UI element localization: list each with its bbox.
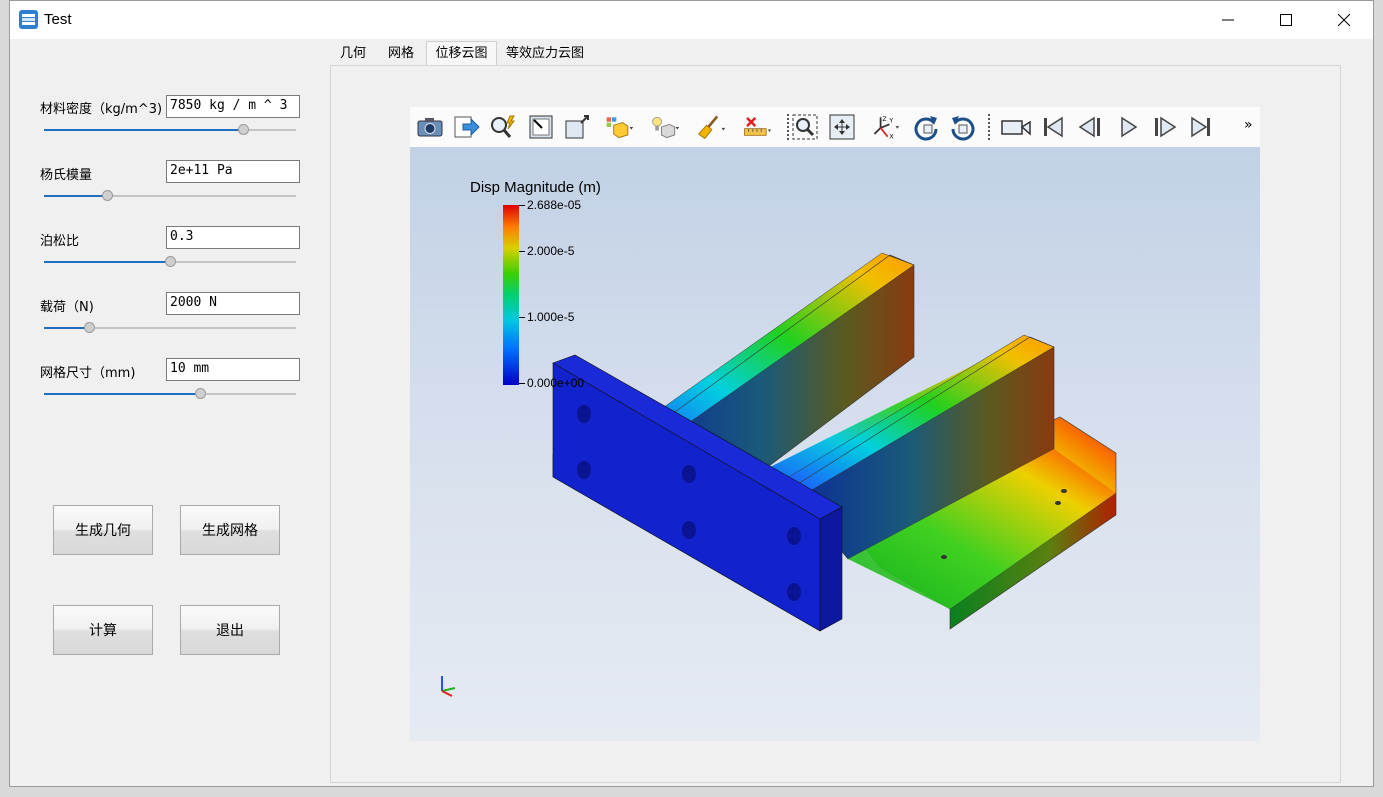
bolt-hole <box>577 461 591 479</box>
render-canvas[interactable]: Disp Magnitude (m) 2.688e-05 2.000e-5 1.… <box>410 147 1260 741</box>
play-icon[interactable] <box>1113 112 1143 142</box>
tab-von-mises-stress[interactable]: 等效应力云图 <box>498 41 592 65</box>
representation-icon[interactable] <box>604 112 634 142</box>
ruler-delete-icon[interactable] <box>742 112 772 142</box>
youngs-modulus-input[interactable]: 2e+11 Pa <box>166 160 300 183</box>
svg-text:X: X <box>889 133 894 140</box>
axes-orient-icon[interactable]: ZY X <box>870 112 900 142</box>
light-icon[interactable] <box>650 112 680 142</box>
bolt-hole <box>787 527 801 545</box>
legend-title: Disp Magnitude (m) <box>470 179 601 196</box>
density-input[interactable]: 7850 kg / m ^ 3 <box>166 95 300 118</box>
bolt-hole <box>577 405 591 423</box>
mesh-size-slider[interactable] <box>44 388 296 400</box>
youngs-modulus-label: 杨氏模量 <box>40 168 93 183</box>
next-frame-icon[interactable] <box>1150 112 1180 142</box>
zoom-box-icon[interactable] <box>790 112 820 142</box>
mesh-size-input[interactable]: 10 mm <box>166 358 300 381</box>
svg-text:Y: Y <box>888 118 893 125</box>
video-camera-icon[interactable] <box>999 112 1033 142</box>
generate-mesh-button[interactable]: 生成网格 <box>180 505 280 555</box>
slider-handle[interactable] <box>238 124 249 135</box>
reset-camera-icon[interactable] <box>526 112 556 142</box>
app-icon <box>19 10 38 29</box>
slider-handle[interactable] <box>165 256 176 267</box>
export-icon[interactable] <box>452 112 482 142</box>
close-button[interactable] <box>1315 1 1373 39</box>
first-frame-icon[interactable] <box>1038 112 1068 142</box>
tab-displacement[interactable]: 位移云图 <box>426 41 497 65</box>
svg-text:Z: Z <box>882 116 886 123</box>
exit-button[interactable]: 退出 <box>180 605 280 655</box>
maximize-button[interactable] <box>1257 1 1315 39</box>
bolt-hole <box>787 583 801 601</box>
toolbar-separator <box>988 114 992 140</box>
compute-button[interactable]: 计算 <box>53 605 153 655</box>
density-slider[interactable] <box>44 124 296 136</box>
poisson-ratio-slider[interactable] <box>44 256 296 268</box>
clear-brush-icon[interactable] <box>696 112 726 142</box>
colorbar-tick <box>519 317 525 318</box>
camera-icon[interactable] <box>415 112 445 142</box>
colorbar-tick <box>519 251 525 252</box>
colorbar-label: 2.000e-5 <box>527 244 575 258</box>
title-bar[interactable]: Test <box>10 1 1373 39</box>
last-frame-icon[interactable] <box>1186 112 1216 142</box>
slider-handle[interactable] <box>102 190 113 201</box>
toolbar-overflow-button[interactable]: » <box>1244 117 1253 133</box>
fit-view-icon[interactable] <box>827 112 857 142</box>
zoom-pick-icon[interactable] <box>488 112 518 142</box>
view-box-icon[interactable] <box>562 112 592 142</box>
density-label: 材料密度（kg/m^3) <box>40 102 163 117</box>
poisson-ratio-input[interactable]: 0.3 <box>166 226 300 249</box>
minimize-button[interactable] <box>1199 1 1257 39</box>
poisson-ratio-label: 泊松比 <box>40 234 80 249</box>
rotate-ccw-icon[interactable] <box>948 112 978 142</box>
tab-geometry[interactable]: 几何 <box>330 41 376 65</box>
parameter-panel: 材料密度（kg/m^3) 7850 kg / m ^ 3 杨氏模量 2e+11 … <box>10 39 330 786</box>
colorbar-tick <box>519 205 525 206</box>
prev-frame-icon[interactable] <box>1075 112 1105 142</box>
app-window: Test 材料密度（kg/m^3) 7850 kg / m ^ 3 杨氏模量 2… <box>9 0 1374 787</box>
orientation-axes-icon <box>441 676 456 697</box>
slider-handle[interactable] <box>84 322 95 333</box>
load-input[interactable]: 2000 N <box>166 292 300 315</box>
window-title: Test <box>44 11 72 28</box>
mesh-size-label: 网格尺寸（mm) <box>40 366 136 381</box>
colorbar-label: 1.000e-5 <box>527 310 575 324</box>
tab-mesh[interactable]: 网格 <box>377 41 425 65</box>
maximize-icon <box>1280 14 1292 26</box>
colorbar-max-label: 2.688e-05 <box>527 198 582 212</box>
colorbar <box>503 205 519 385</box>
render-viewer: ZY X » Disp Magnitude (m) 2.688e-05 2.000… <box>410 107 1260 741</box>
generate-geometry-button[interactable]: 生成几何 <box>53 505 153 555</box>
viewer-toolbar: ZY X » <box>410 107 1260 147</box>
close-icon <box>1338 14 1350 26</box>
load-label: 载荷（N) <box>40 300 94 315</box>
minimize-icon <box>1222 19 1234 21</box>
slider-handle[interactable] <box>195 388 206 399</box>
colorbar-tick <box>519 383 525 384</box>
bolt-hole <box>682 465 696 483</box>
load-slider[interactable] <box>44 322 296 334</box>
rotate-cw-icon[interactable] <box>911 112 941 142</box>
bolt-hole <box>682 521 696 539</box>
colorbar-min-label: 0.000e+00 <box>527 376 585 390</box>
youngs-modulus-slider[interactable] <box>44 190 296 202</box>
fea-model <box>552 252 1117 632</box>
